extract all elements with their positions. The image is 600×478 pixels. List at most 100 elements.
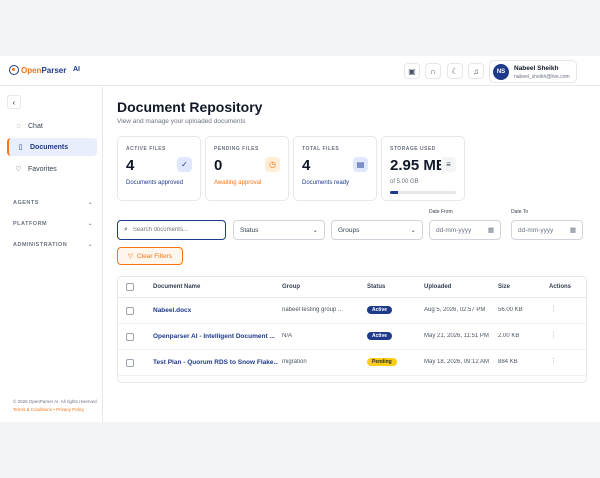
stat-value: 2.95 MB [390,157,447,174]
filter-icon: ▽ [127,253,133,260]
date-from-placeholder: dd-mm-yyyy [436,226,472,234]
section-agents[interactable]: AGENTS ⌄ [13,200,93,206]
chevron-down-icon: ⌄ [410,227,416,234]
support-button[interactable]: ∩ [425,63,441,79]
headset-icon: ∩ [430,66,436,76]
layout-icon: ▣ [408,66,416,76]
stat-note: Awaiting approval [214,180,262,186]
status-select[interactable]: Status ⌄ [233,220,325,240]
section-label: PLATFORM [13,221,48,227]
file-size: 2.00 KB [498,333,520,339]
notifications-button[interactable]: ♫ [468,63,484,79]
column-header-name[interactable]: Document Name [153,284,200,290]
document-group: migration [282,359,307,365]
groups-select-value: Groups [338,226,360,234]
search-input[interactable] [132,227,218,233]
search-icon: ⌕ [124,226,128,233]
search-box[interactable]: ⌕ [117,220,226,240]
sidebar-item-label: Documents [30,143,69,151]
avatar: NS [493,64,509,80]
user-email: nabeel_sheikh@live.com [514,74,570,80]
stat-value: 4 [302,157,311,174]
storage-progress-bar [390,191,456,194]
date-to-placeholder: dd-mm-yyyy [518,226,554,234]
column-header-size[interactable]: Size [498,284,510,290]
sidebar-item-favorites[interactable]: ♡ Favorites [7,160,97,178]
chevron-down-icon: ⌄ [87,221,93,227]
menu-icon: ≡ [441,157,456,172]
stat-note: Documents approved [126,180,184,186]
table-row[interactable]: Nabeel.docx nabeel testing group ... Activ… [118,298,586,324]
calendar-icon: ▦ [487,227,494,234]
page-title: Document Repository [117,99,263,115]
table-row[interactable]: Test Plan - Quorum RDS to Snow Flake... m… [118,350,586,376]
row-checkbox[interactable] [126,333,134,341]
stat-card-pending: PENDING FILES 0 Awaiting approval ◷ [205,136,289,201]
row-checkbox[interactable] [126,359,134,367]
user-menu[interactable]: NS Nabeel Sheikh nabeel_sheikh@live.com [489,60,577,83]
moon-icon: ☾ [451,66,459,76]
more-actions-icon[interactable]: ⋮ [550,305,557,313]
stat-label: TOTAL FILES [302,146,340,152]
status-badge: Active [367,332,393,340]
chevron-left-icon: ‹ [12,97,16,107]
check-circle-icon: ✓ [177,157,192,172]
document-name-link[interactable]: Nabeel.docx [153,307,278,314]
sidebar-item-label: Chat [28,122,43,130]
row-checkbox[interactable] [126,307,134,315]
groups-select[interactable]: Groups ⌄ [331,220,423,240]
status-select-value: Status [240,226,259,234]
document-name-link[interactable]: Test Plan - Quorum RDS to Snow Flake... [153,359,278,366]
legal-links[interactable]: Terms & Conditions • Privacy Policy [13,407,84,412]
column-header-group[interactable]: Group [282,284,300,290]
date-to-label: Date To [511,209,529,215]
stat-value: 4 [126,157,135,174]
sidebar-item-chat[interactable]: ◌ Chat [7,117,97,135]
stat-card-storage: STORAGE USED 2.95 MB of 5.00 GB ≡ [381,136,465,201]
layout-button[interactable]: ▣ [404,63,420,79]
collapse-sidebar-button[interactable]: ‹ [7,95,21,109]
date-from-input[interactable]: dd-mm-yyyy ▦ [429,220,501,240]
chevron-down-icon: ⌄ [87,242,93,248]
select-all-checkbox[interactable] [126,283,134,291]
date-from-label: Date From [429,209,453,215]
document-icon: ▯ [18,144,23,151]
app-window: Open Parser AI ▣ ∩ ☾ ♫ NS Nabeel Sheikh n… [0,56,600,422]
logo[interactable]: Open Parser [9,65,66,75]
stat-label: ACTIVE FILES [126,146,166,152]
user-name: Nabeel Sheikh [514,65,559,72]
stat-card-total: TOTAL FILES 4 Documents ready ▤ [293,136,377,201]
section-administration[interactable]: ADMINISTRATION ⌄ [13,242,93,248]
column-header-actions: Actions [549,284,572,290]
chevron-down-icon: ⌄ [312,227,318,234]
chevron-down-icon: ⌄ [87,200,93,206]
table-row[interactable]: Openparser AI - Intelligent Document ...… [118,324,586,350]
document-group: nabeel testing group ... [282,307,344,313]
theme-toggle-button[interactable]: ☾ [447,63,463,79]
storage-progress-fill [390,191,398,194]
stat-label: STORAGE USED [390,146,436,152]
clock-icon: ◷ [265,157,280,172]
main-content: Document Repository View and manage your… [104,87,600,422]
bell-icon: ♫ [473,66,479,76]
stat-label: PENDING FILES [214,146,259,152]
table-header: Document Name Group Status Uploaded Size… [118,277,586,298]
sidebar-item-documents[interactable]: ▯ Documents [7,138,97,156]
clear-filters-label: Clear Filters [136,252,173,260]
logo-icon [9,65,19,75]
status-badge: Pending [367,358,397,366]
section-platform[interactable]: PLATFORM ⌄ [13,221,93,227]
section-label: AGENTS [13,200,39,206]
more-actions-icon[interactable]: ⋮ [550,357,557,365]
column-header-status[interactable]: Status [367,284,385,290]
product-label: AI [73,66,80,73]
date-to-input[interactable]: dd-mm-yyyy ▦ [511,220,583,240]
top-bar: Open Parser AI ▣ ∩ ☾ ♫ NS Nabeel Sheikh n… [0,56,600,86]
clear-filters-button[interactable]: ▽ Clear Filters [117,247,183,265]
more-actions-icon[interactable]: ⋮ [550,331,557,339]
file-size: 56.00 KB [498,307,523,313]
column-header-uploaded[interactable]: Uploaded [424,284,451,290]
uploaded-date: May 21, 2026, 11:51 PM [424,333,489,339]
section-label: ADMINISTRATION [13,242,68,248]
document-name-link[interactable]: Openparser AI - Intelligent Document ... [153,333,278,340]
